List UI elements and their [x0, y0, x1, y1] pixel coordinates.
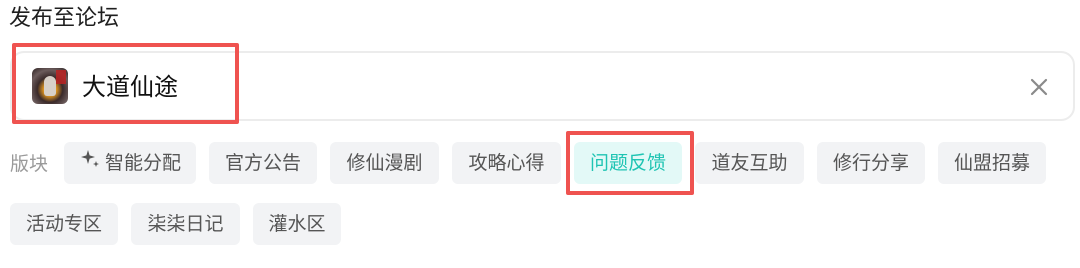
tag-chitchat[interactable]: 灌水区 — [253, 203, 341, 245]
tag-practice-sharing[interactable]: 修行分享 — [817, 142, 925, 184]
block-label: 版块 — [10, 153, 49, 175]
close-icon[interactable] — [1025, 73, 1053, 101]
tag-strategy-notes[interactable]: 攻略心得 — [452, 142, 561, 184]
section-title: 发布至论坛 — [9, 6, 120, 31]
forum-avatar-icon — [32, 68, 68, 104]
tag-label: 智能分配 — [104, 152, 181, 174]
tag-events[interactable]: 活动专区 — [10, 203, 118, 245]
forum-selector[interactable]: 大道仙途 — [10, 51, 1075, 121]
sparkle-icon — [79, 143, 101, 185]
tag-mutual-help[interactable]: 道友互助 — [695, 142, 804, 184]
tag-xiuxian-drama[interactable]: 修仙漫剧 — [330, 142, 439, 184]
tag-qiqi-diary[interactable]: 柒柒日记 — [131, 203, 240, 245]
forum-name: 大道仙途 — [82, 73, 178, 101]
tag-feedback[interactable]: 问题反馈 — [574, 142, 682, 184]
tag-alliance-recruit[interactable]: 仙盟招募 — [938, 142, 1046, 184]
tag-official-announcement[interactable]: 官方公告 — [209, 142, 317, 184]
tag-smart-assign[interactable]: 智能分配 — [64, 142, 196, 184]
